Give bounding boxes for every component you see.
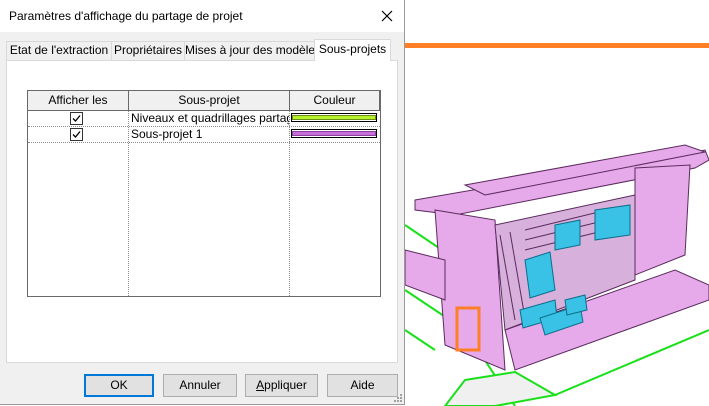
dialog-title: Paramètres d'affichage du partage de pro… (9, 9, 243, 23)
building-model (405, 43, 709, 406)
tab-checkout-status[interactable]: Etat de l'extraction (6, 41, 112, 60)
color-cell[interactable] (290, 111, 378, 126)
color-swatch-line (292, 131, 376, 136)
show-checkbox[interactable] (70, 128, 83, 141)
color-swatch[interactable] (291, 113, 377, 122)
project-sharing-display-dialog: Paramètres d'affichage du partage de pro… (0, 0, 405, 405)
workset-name: Sous-projet 1 (131, 127, 203, 141)
checkmark-icon (72, 115, 81, 122)
workset-name: Niveaux et quadrillages partag (131, 111, 289, 125)
tab-panel-worksets: Afficher les Sous-projet Couleur Niveaux… (6, 60, 398, 363)
color-swatch-line (292, 115, 376, 120)
ok-button[interactable]: OK (84, 374, 154, 397)
color-cell[interactable] (290, 127, 378, 142)
close-button[interactable] (374, 3, 400, 29)
column-header-show[interactable]: Afficher les (28, 91, 129, 111)
tab-worksets[interactable]: Sous-projets (314, 39, 391, 61)
apply-button[interactable]: Appliquer (245, 374, 318, 397)
3d-viewport[interactable] (405, 0, 709, 406)
column-header-color[interactable]: Couleur (290, 91, 380, 111)
show-checkbox[interactable] (70, 112, 83, 125)
apply-mnemonic: A (256, 378, 265, 392)
help-button[interactable]: Aide (327, 374, 398, 397)
close-icon (381, 10, 393, 22)
table-row[interactable]: Sous-projet 1 (28, 127, 380, 143)
color-swatch[interactable] (291, 129, 377, 138)
checkmark-icon (72, 131, 81, 138)
apply-label-rest: ppliquer (264, 378, 307, 392)
title-bar: Paramètres d'affichage du partage de pro… (0, 0, 404, 32)
level-line (405, 43, 709, 48)
table-row[interactable]: Niveaux et quadrillages partag (28, 111, 380, 127)
tab-model-updates[interactable]: Mises à jour des modèles (184, 41, 321, 60)
tab-owners[interactable]: Propriétaires (111, 41, 185, 60)
column-header-workset[interactable]: Sous-projet (129, 91, 290, 111)
worksets-grid: Afficher les Sous-projet Couleur Niveaux… (27, 90, 381, 297)
cancel-button[interactable]: Annuler (163, 374, 237, 397)
resize-grip-icon[interactable] (393, 393, 403, 403)
